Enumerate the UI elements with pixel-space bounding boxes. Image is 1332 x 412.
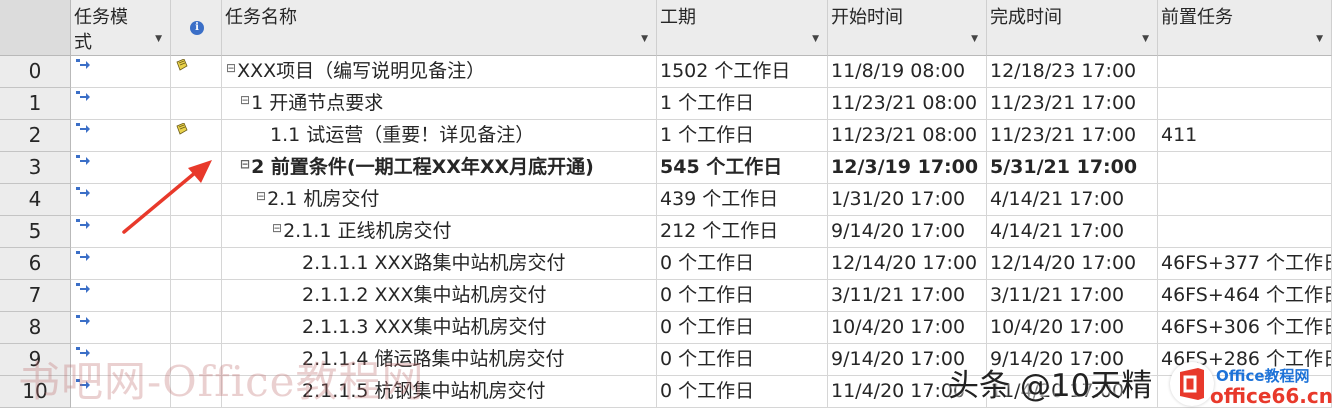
- red-arrow-annotation: [122, 160, 212, 234]
- office-logo: [1170, 362, 1214, 406]
- office-logo-icon: [1180, 368, 1204, 400]
